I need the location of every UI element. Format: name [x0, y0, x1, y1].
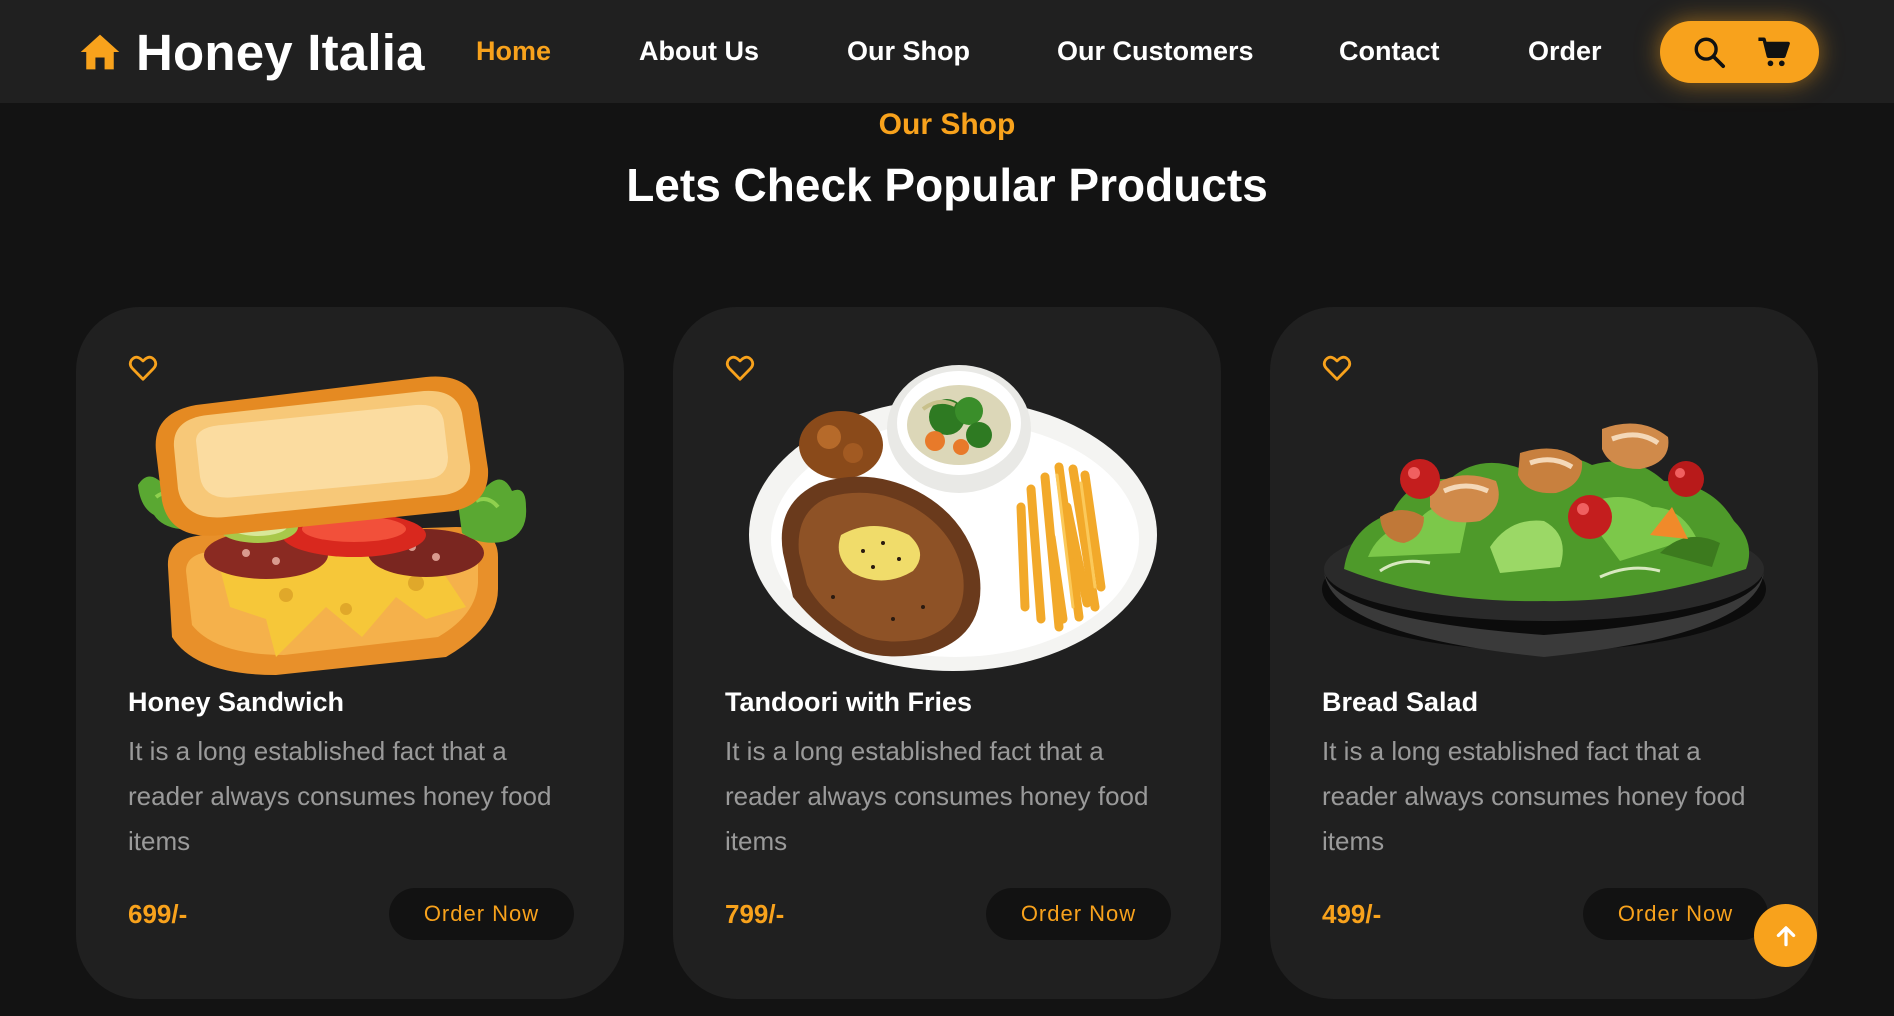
scroll-to-top-button[interactable]: [1754, 904, 1817, 967]
section-eyebrow: Our Shop: [878, 108, 1016, 141]
product-card-honey-sandwich: Honey Sandwich It is a long established …: [76, 307, 624, 999]
nav-order[interactable]: Order: [1528, 36, 1602, 67]
header-actions: [1660, 21, 1819, 83]
order-now-button[interactable]: Order Now: [986, 888, 1171, 940]
nav-about-us[interactable]: About Us: [639, 36, 759, 67]
product-name: Honey Sandwich: [128, 687, 345, 717]
steak-fries-image: [723, 357, 1173, 677]
product-name: Tandoori with Fries: [725, 687, 973, 717]
section-title: Lets Check Popular Products: [626, 159, 1268, 211]
search-icon[interactable]: [1692, 35, 1726, 69]
heart-icon[interactable]: [1322, 353, 1352, 383]
product-description: It is a long established fact that a rea…: [1322, 736, 1746, 856]
product-price: 499/-: [1322, 899, 1382, 929]
product-description: It is a long established fact that a rea…: [725, 736, 1149, 856]
heart-icon[interactable]: [725, 353, 755, 383]
arrow-up-icon: [1773, 923, 1799, 949]
home-icon: [78, 30, 122, 74]
sandwich-image: [126, 357, 576, 677]
order-now-button[interactable]: Order Now: [389, 888, 574, 940]
product-card-bread-salad: Bread Salad It is a long established fac…: [1270, 307, 1818, 999]
product-price: 799/-: [725, 899, 785, 929]
order-now-button[interactable]: Order Now: [1583, 888, 1768, 940]
salad-image: [1320, 357, 1770, 677]
product-price: 699/-: [128, 899, 188, 929]
brand-name: Honey Italia: [136, 23, 425, 81]
brand-logo[interactable]: Honey Italia: [78, 23, 425, 81]
cart-icon[interactable]: [1757, 35, 1791, 69]
nav-our-customers[interactable]: Our Customers: [1057, 36, 1254, 67]
product-description: It is a long established fact that a rea…: [128, 736, 552, 856]
product-card-tandoori-with-fries: Tandoori with Fries It is a long establi…: [673, 307, 1221, 999]
product-name: Bread Salad: [1322, 687, 1479, 717]
nav-contact[interactable]: Contact: [1339, 36, 1440, 67]
nav-our-shop[interactable]: Our Shop: [847, 36, 970, 67]
nav-home[interactable]: Home: [476, 36, 551, 67]
site-header: Honey Italia Home About Us Our Shop Our …: [0, 0, 1894, 103]
heart-icon[interactable]: [128, 353, 158, 383]
